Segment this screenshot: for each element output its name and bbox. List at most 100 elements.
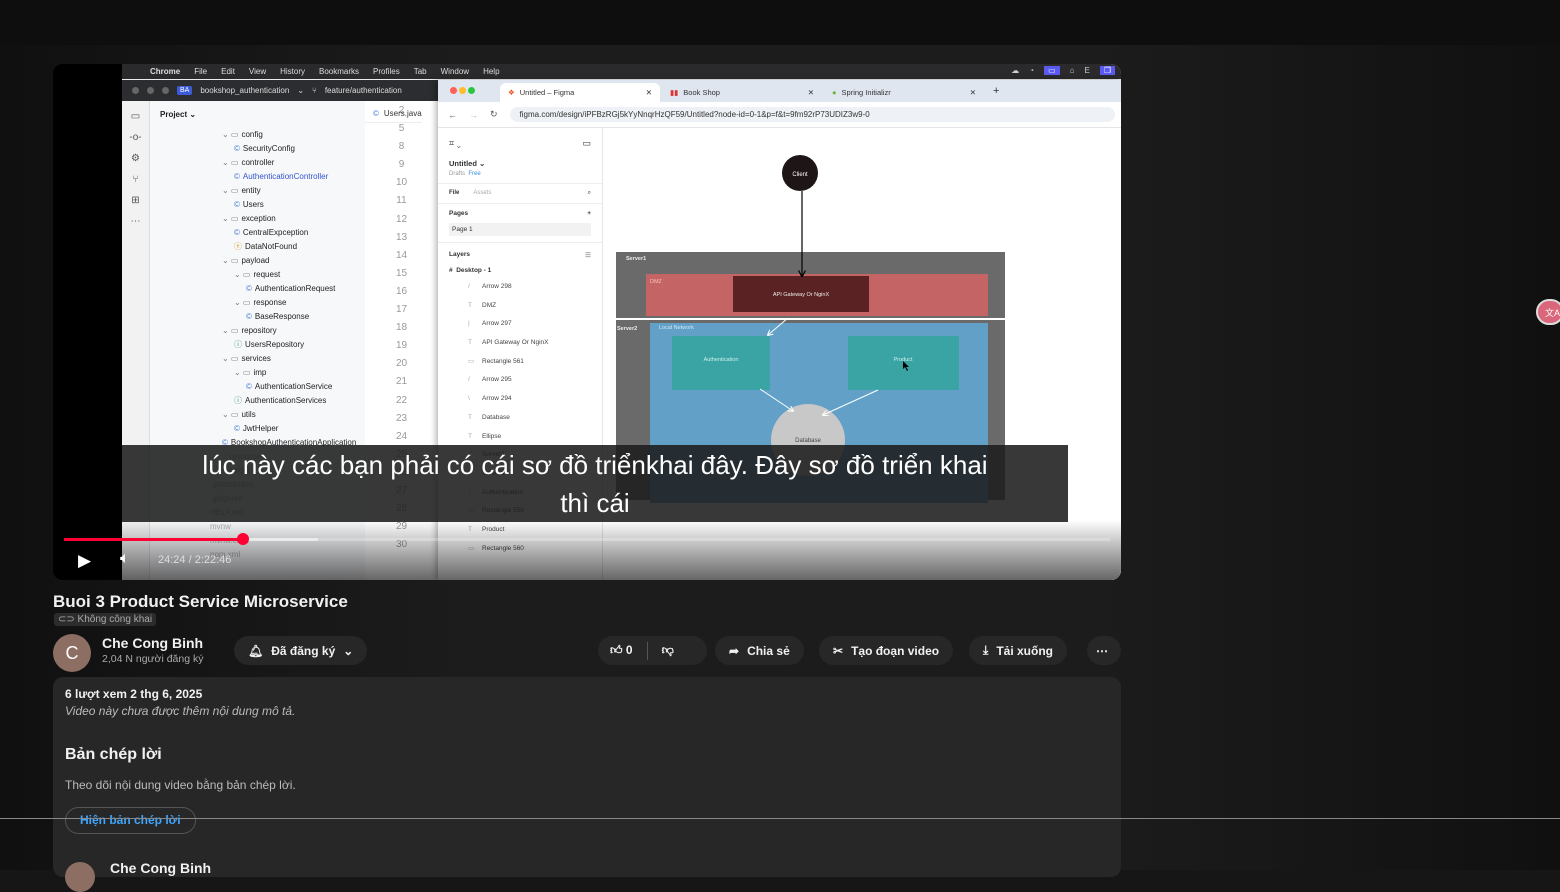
show-transcript-button[interactable]: Hiện bản chép lời <box>65 807 196 834</box>
tree-item: exception <box>150 212 365 226</box>
tree-item: UsersRepository <box>150 338 365 352</box>
menu-history: History <box>280 67 306 76</box>
more-icon: ⋯ <box>130 216 141 227</box>
time-display: 24:24 / 2:22:46 <box>158 554 232 566</box>
tree-item: SecurityConfig <box>150 142 365 156</box>
figma-tab-file: File <box>449 190 460 196</box>
like-button[interactable]: 👍︎ 0 <box>610 643 633 658</box>
dislike-button[interactable]: 👎︎ <box>662 643 674 658</box>
translate-extension-button[interactable]: 文A <box>1536 299 1560 325</box>
database-label: Database <box>795 438 821 444</box>
search-icon: ⌕ <box>587 190 591 196</box>
svg-text:Client: Client <box>792 172 808 178</box>
link-icon: ⊂⊃ <box>58 614 75 625</box>
layer-item: / Arrow 298 <box>468 283 512 290</box>
download-button[interactable]: ⤓ Tải xuống <box>969 636 1067 665</box>
menu-bookmarks: Bookmarks <box>319 67 360 76</box>
video-title: Buoi 3 Product Service Microservice <box>53 592 348 611</box>
tree-item: services <box>150 352 365 366</box>
tree-item: entity <box>150 184 365 198</box>
line-number: 16 <box>395 285 408 297</box>
svg-text:API Gateway Or NginX: API Gateway Or NginX <box>773 292 830 298</box>
footer-channel-avatar[interactable] <box>65 862 95 892</box>
bell-icon: 🔔︎ <box>248 643 264 658</box>
svg-text:DMZ: DMZ <box>650 279 663 285</box>
menu-help: Help <box>483 67 500 76</box>
reload-icon: ↻ <box>490 109 498 119</box>
tree-item: AuthenticationRequest <box>150 282 365 296</box>
frame-layer: Desktop - 1 <box>456 267 492 274</box>
menu-edit: Edit <box>221 67 235 76</box>
branch-icon: ⑂ <box>312 86 317 95</box>
caption-box: lúc này các bạn phải có cái sơ đồ triểnk… <box>122 445 1068 522</box>
like-dislike-group: 👍︎ 0 👎︎ <box>598 636 707 665</box>
cloud-icon: ☁ <box>1011 66 1020 75</box>
top-bar <box>0 0 1560 45</box>
transcript-text: Theo dõi nội dung video bằng bản chép lờ… <box>65 778 296 792</box>
progress-bar[interactable] <box>64 533 1110 545</box>
play-button[interactable]: ▶ <box>78 551 91 571</box>
tree-item: controller <box>150 156 365 170</box>
footer-channel-name[interactable]: Che Cong Binh <box>110 860 211 876</box>
tree-item: JwtHelper <box>150 422 365 436</box>
commit-icon: -o- <box>129 132 142 143</box>
tree-item: config <box>150 128 365 142</box>
share-button[interactable]: ➦ Chia sẻ <box>715 636 804 665</box>
tree-item: CentralExpception <box>150 226 365 240</box>
figma-menu-icon: ⌗ ⌄ <box>449 138 461 148</box>
line-number: 22 <box>395 394 408 406</box>
svg-text:Authentication: Authentication <box>704 357 739 363</box>
branch-name: feature/authentication <box>324 86 402 95</box>
tree-item: request <box>150 268 365 282</box>
layer-item: \ Arrow 294 <box>468 395 512 403</box>
svg-text:Local Network: Local Network <box>659 325 694 331</box>
line-number: 9 <box>398 159 405 171</box>
subscribed-button[interactable]: 🔔︎ Đã đăng ký ⌄ <box>234 636 368 665</box>
layer-item: T DMZ <box>468 301 497 309</box>
tree-item: Users <box>150 198 365 212</box>
browser-tabbar: ❖ Untitled – Figma ✕ ▮▮ Book Shop ✕ ● Spring … <box>438 80 1121 102</box>
line-number: 23 <box>395 412 408 424</box>
input-e-icon: E <box>1084 66 1090 75</box>
bag-icon: ⌂ <box>1069 66 1075 75</box>
scrubber-handle[interactable] <box>236 533 249 545</box>
spring-icon: ● <box>832 88 837 97</box>
tree-item: BaseResponse <box>150 310 365 324</box>
tree-item: AuthenticationService <box>150 380 365 394</box>
folder-icon: ▭ <box>130 111 141 122</box>
book-icon: ▮▮ <box>670 88 679 97</box>
caption-line-1: lúc này các bạn phải có cái sơ đồ triểnk… <box>202 450 988 480</box>
line-number: 19 <box>395 340 408 352</box>
more-actions-button[interactable]: ⋯ <box>1087 636 1121 665</box>
line-number: 5 <box>398 123 405 135</box>
svg-text:Server2: Server2 <box>617 326 637 332</box>
sync-icon: ◔ <box>1029 66 1035 75</box>
mac-menubar: Chrome File Edit View History Bookmarks … <box>122 64 1121 79</box>
editor-tab: Users.java <box>383 108 422 118</box>
tree-item: utils <box>150 408 365 422</box>
channel-name[interactable]: Che Cong Binh <box>102 635 203 651</box>
chevron-down-icon: ⌄ <box>343 643 354 658</box>
line-number: 17 <box>395 304 408 316</box>
auth-box <box>672 336 770 390</box>
line-number: 11 <box>396 195 407 207</box>
clip-button[interactable]: ✂ Tạo đoạn video <box>819 636 954 665</box>
line-number: 21 <box>395 376 408 388</box>
figma-icon: ❖ <box>508 88 515 97</box>
description-text: Video này chưa được thêm nội dung mô tả. <box>65 704 296 718</box>
menubar-status-icons: ☁ ◔ ▭ ⌂ E ❐ <box>1011 66 1115 75</box>
screen-icon: ▭ <box>1044 66 1060 75</box>
line-number: 15 <box>395 267 408 279</box>
layer-item: T Ellipse <box>468 432 502 440</box>
played-bar <box>64 538 243 541</box>
volume-button[interactable]: 🔈︎ <box>120 550 130 568</box>
tree-item: imp <box>150 366 365 380</box>
url-field: figma.com/design/iPFBzRGj5kYyNnqrHzQF59/… <box>509 107 1115 122</box>
channel-avatar[interactable]: C <box>53 634 91 672</box>
line-number: 10 <box>395 177 408 189</box>
share-icon: ➦ <box>729 643 740 658</box>
line-number: 13 <box>395 231 408 243</box>
tree-item: DataNotFound <box>150 240 365 254</box>
line-number: 20 <box>395 358 408 370</box>
line-number: 12 <box>395 213 408 225</box>
